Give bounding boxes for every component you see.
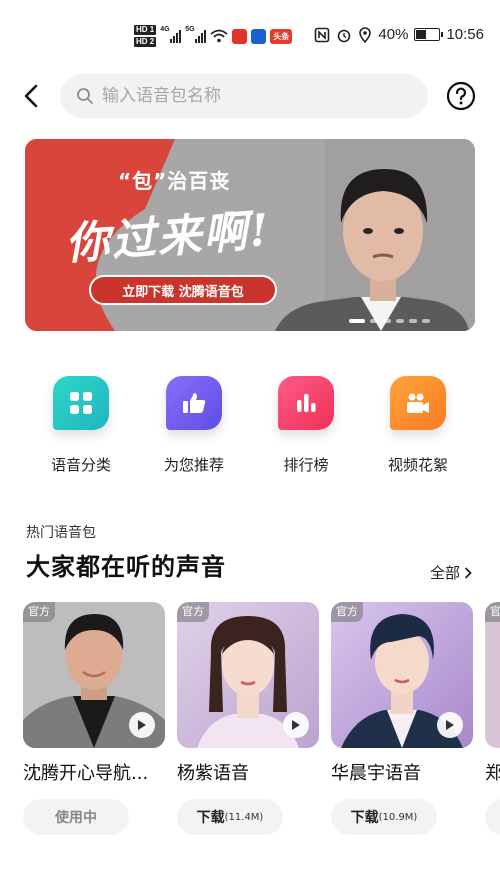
signal-4g-icon: 4G: [160, 26, 182, 43]
category-label: 排行榜: [283, 456, 329, 474]
category-ranking[interactable]: 排行榜: [250, 376, 362, 475]
download-button[interactable]: 下载 (10.9M): [331, 799, 437, 835]
hd2-label: HD 2: [134, 37, 157, 47]
download-size: (11.4M): [224, 811, 264, 823]
alarm-icon: [338, 29, 351, 42]
status-left: HD 1 HD 2 4G 5G 头条: [134, 22, 293, 50]
see-all-link[interactable]: 全部: [430, 562, 472, 583]
download-label: 下载: [196, 810, 225, 826]
signal-5g-icon: 5G: [185, 26, 207, 43]
clock: 10:56: [446, 26, 484, 43]
pagination-dot: [396, 319, 404, 323]
category-label: 视频花絮: [387, 456, 448, 474]
voice-cover: 官方: [177, 602, 319, 748]
download-button[interactable]: 下载 (11.4M): [177, 799, 283, 835]
news-app-icon: [251, 28, 267, 44]
voice-name: 华晨宇语音: [331, 763, 421, 784]
see-all-label: 全部: [430, 564, 461, 582]
section-subtitle: 热门语音包: [26, 525, 96, 541]
banner-download-button[interactable]: 立即下载 沈腾语音包: [89, 275, 277, 305]
voice-card[interactable]: 官方 杨紫语音 下载 (11.4M): [177, 602, 319, 835]
category-label: 语音分类: [50, 456, 111, 474]
promo-banner[interactable]: “包”治百丧 你过来啊! 立即下载 沈腾语音包: [25, 139, 475, 331]
voice-card[interactable]: 官方 沈腾开心导航... 使用中: [23, 602, 165, 835]
banner-pagination: [349, 319, 430, 323]
category-video[interactable]: 视频花絮: [362, 376, 474, 475]
video-camera-icon: [390, 376, 446, 430]
play-icon[interactable]: [437, 712, 463, 738]
voice-cover: 官方: [485, 602, 500, 748]
battery-percent: 40%: [378, 26, 409, 43]
thumbs-up-icon: [166, 376, 222, 430]
voice-name: 郑: [485, 763, 500, 784]
hd-indicator: HD 1 HD 2: [134, 25, 157, 47]
bar-chart-icon: [278, 376, 334, 430]
help-icon[interactable]: [446, 81, 476, 111]
voice-card-partial[interactable]: 官方 郑: [485, 602, 500, 835]
download-button[interactable]: [485, 799, 500, 835]
official-badge: 官方: [177, 602, 209, 622]
pagination-dot: [422, 319, 430, 323]
pagination-dot: [383, 319, 391, 323]
nfc-icon: [315, 27, 330, 42]
play-icon[interactable]: [283, 712, 309, 738]
mic-app-icon: [232, 28, 248, 44]
section-title: 大家都在听的声音: [26, 553, 226, 581]
search-icon: [77, 88, 93, 104]
top-bar: [0, 72, 500, 120]
in-use-button[interactable]: 使用中: [23, 799, 129, 835]
pagination-dot: [409, 319, 417, 323]
toutiao-app-icon: 头条: [270, 28, 293, 44]
status-bar: HD 1 HD 2 4G 5G 头条 40% 10:56: [0, 0, 500, 58]
banner-subtitle: “包”治百丧: [118, 169, 231, 193]
pagination-dot: [349, 319, 365, 323]
pagination-dot: [370, 319, 378, 323]
location-icon: [359, 26, 372, 43]
wifi-icon: [210, 29, 228, 43]
hd1-label: HD 1: [134, 25, 157, 35]
voice-name: 杨紫语音: [177, 763, 249, 784]
category-voice-type[interactable]: 语音分类: [25, 376, 137, 475]
category-label: 为您推荐: [163, 456, 224, 474]
search-input[interactable]: [102, 86, 402, 106]
voice-cover: 官方: [23, 602, 165, 748]
category-recommend[interactable]: 为您推荐: [138, 376, 250, 475]
download-label: 下载: [350, 810, 379, 826]
voice-card[interactable]: 官方 华晨宇语音 下载 (10.9M): [331, 602, 473, 835]
official-badge: 官方: [23, 602, 55, 622]
chevron-right-icon: [464, 566, 472, 579]
play-icon[interactable]: [129, 712, 155, 738]
category-row: 语音分类 为您推荐 排行榜 视频花絮: [0, 376, 500, 476]
back-arrow-icon[interactable]: [18, 82, 46, 110]
net1-label: 4G: [160, 26, 170, 33]
search-bar[interactable]: [60, 74, 428, 118]
battery-icon: [414, 28, 444, 41]
net2-label: 5G: [185, 26, 195, 33]
official-badge: 官方: [331, 602, 363, 622]
official-badge: 官方: [485, 602, 500, 622]
grid-icon: [53, 376, 109, 430]
voice-name: 沈腾开心导航...: [23, 763, 149, 784]
voice-cover: 官方: [331, 602, 473, 748]
download-size: (10.9M): [378, 811, 418, 823]
status-right: 40% 10:56: [314, 26, 484, 43]
